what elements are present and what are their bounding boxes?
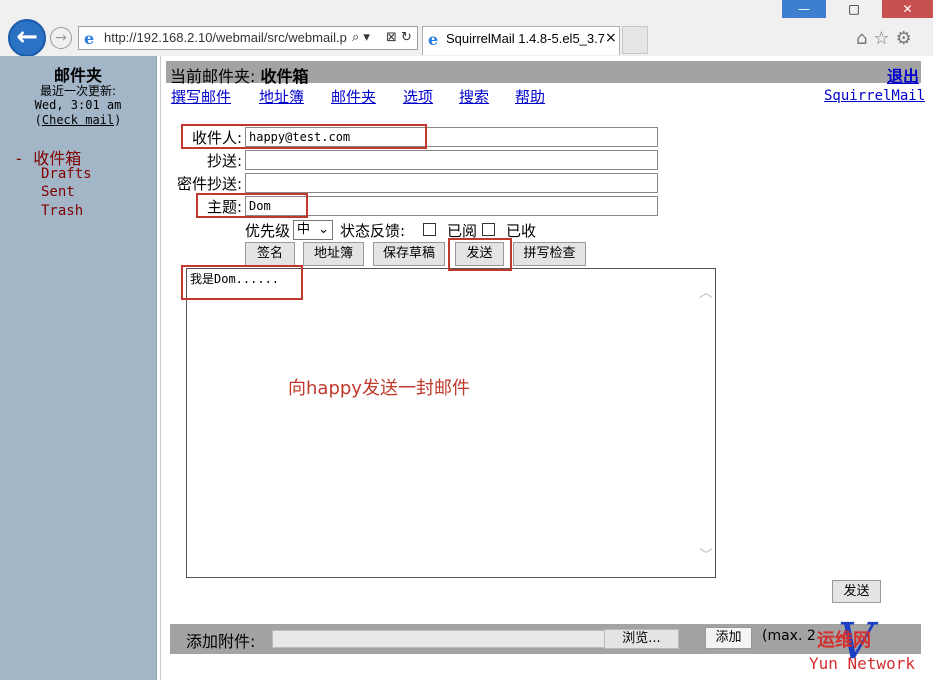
- nav-compose[interactable]: 撰写邮件: [171, 86, 231, 107]
- search-icon[interactable]: ⌕ ▾: [352, 30, 370, 45]
- nav-options[interactable]: 选项: [403, 86, 433, 107]
- highlight-subject: [196, 193, 308, 218]
- ie-page-icon: e: [84, 29, 95, 48]
- attach-label: 添加附件:: [186, 632, 256, 651]
- attach-file-input[interactable]: [272, 630, 605, 648]
- browse-button[interactable]: 浏览...: [604, 629, 679, 649]
- scroll-down-icon[interactable]: ﹀: [699, 545, 713, 565]
- nav-folders[interactable]: 邮件夹: [331, 86, 376, 107]
- folder-sent[interactable]: Sent: [41, 184, 75, 200]
- highlight-body: [181, 265, 303, 300]
- highlight-send: [448, 238, 512, 271]
- bcc-field[interactable]: [245, 173, 658, 193]
- signature-button[interactable]: 签名: [245, 242, 295, 266]
- last-update-time: Wed, 3:01 am: [34, 98, 122, 112]
- back-arrow-icon[interactable]: ←: [8, 19, 46, 57]
- message-body[interactable]: [186, 268, 716, 578]
- folder-drafts[interactable]: Drafts: [41, 166, 92, 182]
- new-tab-button[interactable]: [622, 26, 648, 54]
- folder-trash[interactable]: Trash: [41, 203, 83, 219]
- cc-field[interactable]: [245, 150, 658, 170]
- window-buttons: — □ ✕: [782, 0, 933, 18]
- nav-search[interactable]: 搜索: [459, 86, 489, 107]
- chevron-down-icon: ⌄: [318, 222, 329, 237]
- cc-label: 抄送:: [206, 152, 242, 170]
- annotation-text: 向happy发送一封邮件: [288, 378, 470, 399]
- read-receipt-checkbox[interactable]: [423, 223, 436, 236]
- current-folder: 当前邮件夹: 收件箱: [170, 67, 309, 86]
- delivery-receipt-checkbox[interactable]: [482, 223, 495, 236]
- priority-select[interactable]: 中 ⌄: [293, 220, 333, 240]
- spellcheck-button[interactable]: 拼写检查: [513, 242, 586, 266]
- max-size-text: (max. 2: [762, 628, 816, 644]
- home-star-gear-icons[interactable]: ⌂☆⚙: [856, 28, 918, 49]
- check-mail-link[interactable]: (Check mail): [0, 113, 156, 127]
- nav-addressbook[interactable]: 地址簿: [259, 86, 304, 107]
- close-window-button[interactable]: ✕: [882, 0, 933, 18]
- tab-title[interactable]: SquirrelMail 1.4.8-5.el5_3.7: [446, 31, 605, 46]
- logout-link[interactable]: 退出: [887, 63, 919, 87]
- tab-ie-icon: e: [428, 30, 439, 49]
- tab-close-icon[interactable]: ×: [605, 30, 617, 46]
- squirrelmail-link[interactable]: SquirrelMail: [824, 88, 925, 104]
- highlight-to: [181, 124, 427, 149]
- address-url[interactable]: http://192.168.2.10/webmail/src/webmail.…: [104, 30, 347, 45]
- addressbook-button[interactable]: 地址簿: [303, 242, 364, 266]
- forward-arrow-icon[interactable]: →: [50, 27, 72, 49]
- receipt-label: 状态反馈:: [340, 222, 406, 240]
- scroll-up-icon[interactable]: ︿: [699, 282, 713, 302]
- refresh-icon[interactable]: ⊠ ↻: [386, 30, 412, 45]
- last-update-label: 最近一次更新:: [39, 84, 117, 98]
- priority-label: 优先级: [245, 222, 291, 240]
- send-bottom-button[interactable]: 发送: [832, 580, 881, 603]
- watermark-line2: Yun Network: [809, 654, 915, 673]
- bcc-label: 密件抄送:: [176, 175, 242, 193]
- watermark-line1: 运维网: [817, 630, 871, 651]
- maximize-button[interactable]: □: [832, 0, 876, 18]
- minimize-button[interactable]: —: [782, 0, 826, 18]
- add-attachment-button[interactable]: 添加: [705, 627, 752, 649]
- nav-help[interactable]: 帮助: [515, 86, 545, 107]
- save-draft-button[interactable]: 保存草稿: [373, 242, 445, 266]
